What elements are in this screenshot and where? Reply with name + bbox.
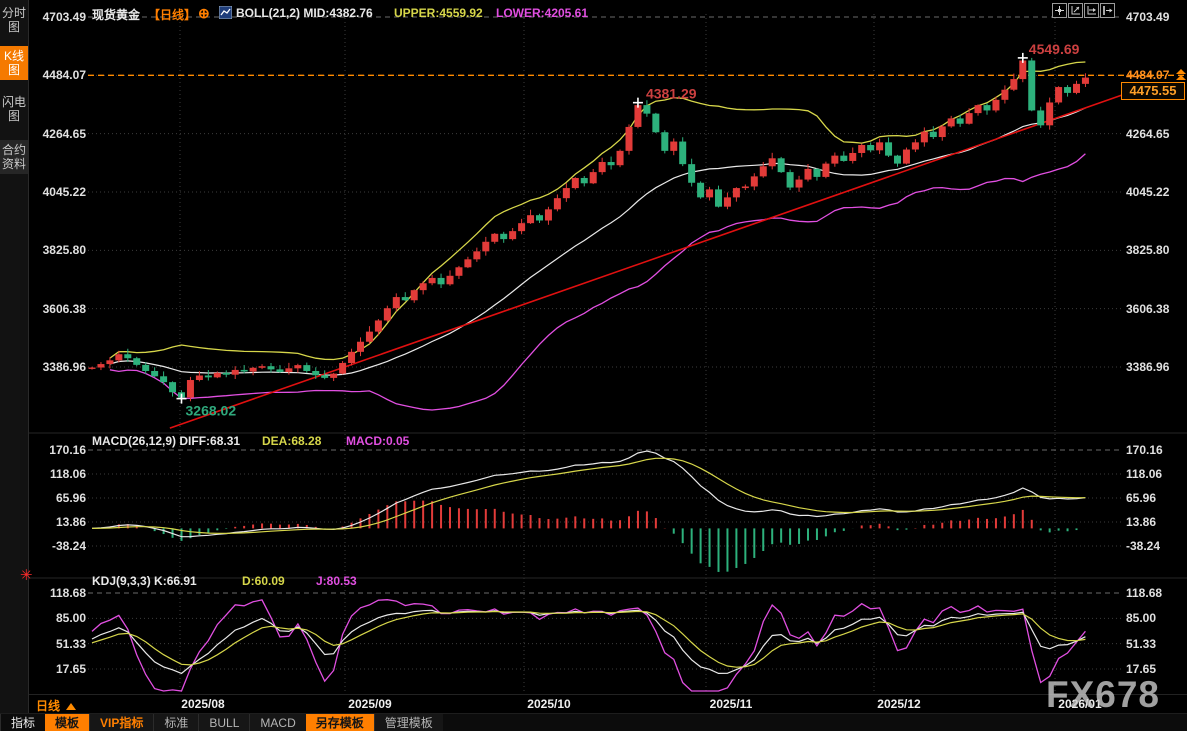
axis-tick-label: 17.65 [55, 662, 86, 676]
axis-tick-label: 3386.96 [42, 360, 86, 374]
svg-text:4549.69: 4549.69 [1029, 41, 1080, 57]
bottom-toolbar: 指标 模板 VIP指标 标准 BULL MACD 另存模板 管理模板 [0, 713, 1187, 731]
axis-tick-label: 51.33 [1126, 636, 1157, 651]
period-tag[interactable]: 【日线】 [148, 6, 196, 23]
axis-tick-label: 3606.38 [42, 301, 86, 316]
x-axis-date-label: 2025/11 [709, 697, 753, 711]
x-axis-date-label: 2025/12 [877, 697, 921, 711]
crosshair-icon[interactable] [1052, 3, 1067, 18]
axis-tick-label: 3386.96 [1126, 360, 1170, 374]
vip-indicators-button[interactable]: VIP指标 [89, 714, 154, 731]
axis-tick-label: 3825.80 [42, 243, 86, 258]
boll-upper-label: UPPER:4559.92 [394, 6, 483, 20]
axis-tick-label: 51.33 [55, 636, 86, 651]
kdj-label: KDJ(9,3,3) K:66.91 [92, 574, 197, 588]
axis-tick-label: -38.24 [51, 539, 86, 553]
left-sidebar: 分时图 K线图 闪电图 合约资料 [0, 0, 29, 731]
up-triangle-icon [66, 703, 77, 710]
macd-value-label: MACD:0.05 [346, 434, 410, 448]
axis-tick-label: 17.65 [1126, 662, 1157, 676]
symbol-name: 现货黄金 [92, 8, 141, 22]
axis-tick-label: 4484.07 [1126, 68, 1170, 83]
zoom-axis-icon[interactable] [1068, 3, 1083, 18]
axis-tick-label: 118.06 [49, 467, 86, 481]
axis-tick-label: 3825.80 [1126, 243, 1170, 258]
svg-text:3268.02: 3268.02 [186, 403, 237, 419]
axis-tick-label: 4703.49 [1126, 10, 1170, 24]
axis-tick-label: 13.86 [55, 515, 86, 529]
macd-dea-label: DEA:68.28 [262, 434, 322, 448]
app-window: 3268.02 4381.29 4549.69 分时图 K线图 闪电图 合约资料 现… [0, 0, 1187, 731]
chart-canvas[interactable]: 3268.02 4381.29 4549.69 [0, 0, 1187, 694]
sidebar-tab-contract-info[interactable]: 合约资料 [0, 140, 28, 174]
x-axis-date-label: 2026/01 [1058, 697, 1102, 711]
kdj-d-label: D:60.09 [242, 574, 285, 588]
axis-tick-label: 4703.49 [42, 10, 86, 24]
sidebar-tab-lightning-chart[interactable]: 闪电图 [0, 92, 28, 126]
axis-tick-label: 65.96 [55, 491, 86, 505]
template-button[interactable]: 模板 [45, 714, 90, 731]
x-axis-date-label: 2025/09 [348, 697, 392, 711]
svg-text:4381.29: 4381.29 [646, 86, 697, 102]
axis-tick-label: 118.06 [1126, 467, 1163, 481]
macd-label: MACD(26,12,9) DIFF:68.31 [92, 434, 241, 448]
alert-blink-icon: ✳ [20, 567, 33, 584]
axis-tick-label: 118.68 [1126, 586, 1163, 600]
axis-tick-label: 85.00 [55, 611, 86, 626]
axis-tick-label: 4264.65 [1126, 126, 1170, 141]
axis-tick-label: 65.96 [1126, 491, 1157, 505]
axis-tick-label: 4045.22 [42, 185, 86, 199]
axis-tick-label: -38.24 [1126, 539, 1161, 553]
axis-tick-label: 118.68 [49, 586, 86, 600]
save-template-button[interactable]: 另存模板 [305, 714, 374, 731]
period-selector[interactable]: 日线 [36, 697, 77, 714]
manage-template-button[interactable]: 管理模板 [373, 714, 443, 731]
last-price-box: 4475.55 [1121, 82, 1185, 100]
indicators-button[interactable]: 指标 [0, 714, 46, 731]
plus-circle-icon[interactable]: ⊕ [198, 5, 210, 22]
axis-tick-label: 4045.22 [1126, 185, 1170, 199]
x-axis-row: 日线 2025/08 2025/09 2025/10 2025/11 2025/12 20… [28, 694, 1187, 714]
axis-tick-label: 85.00 [1126, 611, 1157, 626]
sidebar-tab-kline-chart[interactable]: K线图 [0, 46, 28, 80]
axis-tick-label: 4264.65 [42, 126, 86, 141]
x-axis-date-label: 2025/10 [527, 697, 571, 711]
exit-panel-icon[interactable] [1100, 3, 1115, 18]
axis-tick-label: 170.16 [49, 443, 86, 457]
pan-axis-icon[interactable] [1084, 3, 1099, 18]
standard-button[interactable]: 标准 [153, 714, 199, 731]
boll-label: BOLL(21,2) MID:4382.76 [236, 6, 373, 20]
macd-button[interactable]: MACD [249, 714, 306, 731]
axis-tick-label: 13.86 [1126, 515, 1157, 529]
axis-tick-label: 170.16 [1126, 443, 1163, 457]
x-axis-date-label: 2025/08 [181, 697, 225, 711]
axis-tick-label: 3606.38 [1126, 301, 1170, 316]
kdj-j-label: J:80.53 [316, 574, 357, 588]
axis-tick-label: 4484.07 [42, 68, 86, 83]
double-up-arrow-icon [1176, 69, 1186, 81]
bull-button[interactable]: BULL [198, 714, 250, 731]
sidebar-tab-time-chart[interactable]: 分时图 [0, 3, 28, 37]
boll-lower-label: LOWER:4205.61 [496, 6, 589, 20]
